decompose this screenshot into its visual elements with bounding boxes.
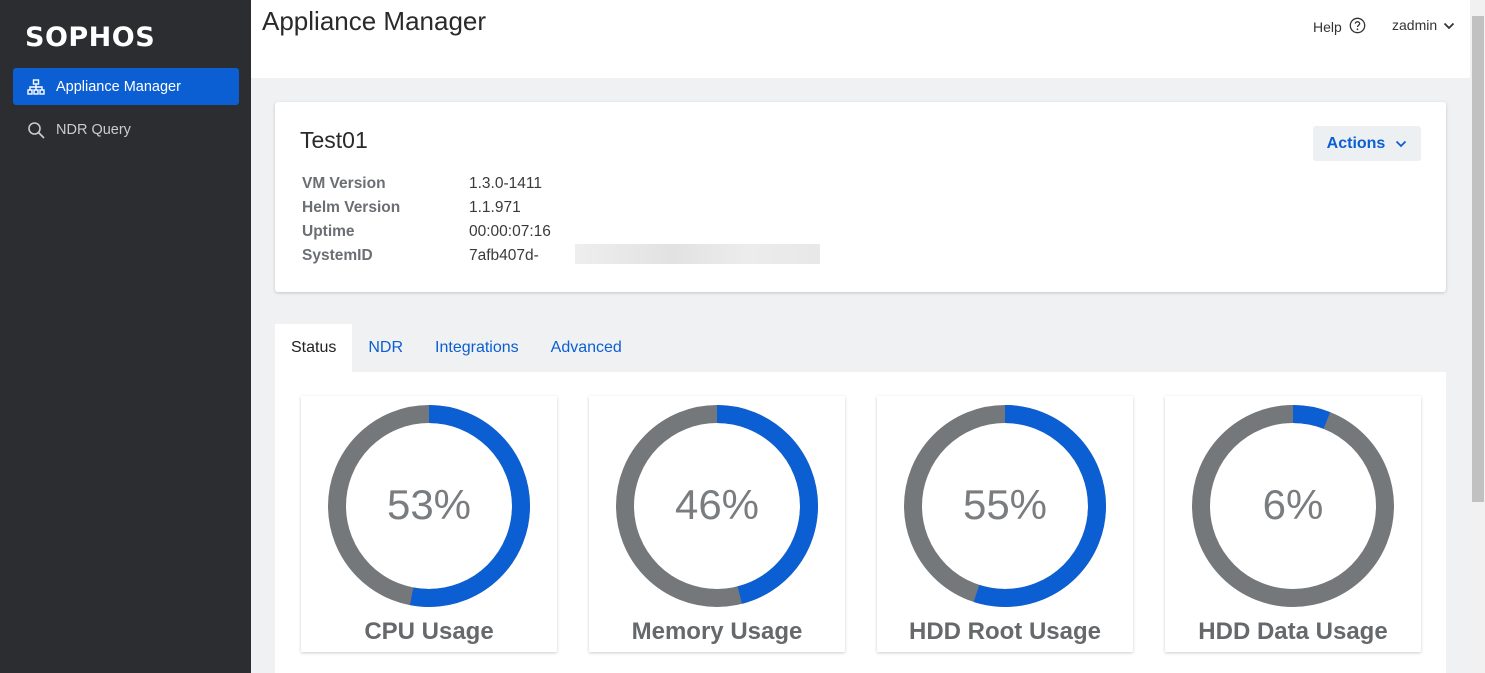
user-menu[interactable]: zadmin <box>1392 17 1455 33</box>
page-header: Appliance Manager Help zadmin <box>251 0 1470 78</box>
gauge-value: 46% <box>674 481 760 528</box>
gauge-hdd-root-usage: 55% HDD Root Usage <box>877 396 1133 652</box>
page-title: Appliance Manager <box>262 6 487 36</box>
gauge-value: 53% <box>386 481 472 528</box>
chevron-down-icon <box>1395 135 1407 153</box>
help-circle-icon <box>1349 17 1366 37</box>
scrollbar-thumb[interactable] <box>1472 16 1484 502</box>
gauge-memory-usage: 46% Memory Usage <box>589 396 845 652</box>
gauge-label: HDD Root Usage <box>908 618 1101 645</box>
gauge-label: HDD Data Usage <box>1198 618 1388 645</box>
gauge-value: 6% <box>1262 481 1324 528</box>
device-name: Test01 <box>300 127 368 153</box>
tab-status[interactable]: Status <box>275 324 353 372</box>
info-value: 1.1.971 <box>469 199 521 216</box>
gauge-label: Memory Usage <box>631 618 803 645</box>
redacted-system-id <box>575 244 820 264</box>
info-label: VM Version <box>302 175 386 192</box>
user-name: zadmin <box>1392 17 1438 33</box>
info-label: Helm Version <box>302 199 401 216</box>
tab-ndr[interactable]: NDR <box>352 324 419 372</box>
network-tree-icon <box>26 77 46 97</box>
info-label: SystemID <box>302 247 373 264</box>
sidebar: SOPHOS Appliance Manager NDR Query <box>0 0 251 673</box>
sidebar-item-ndr-query[interactable]: NDR Query <box>13 111 239 148</box>
info-value: 7afb407d- <box>469 247 539 264</box>
gauge-value: 55% <box>962 481 1048 528</box>
gauge-label: CPU Usage <box>364 618 494 645</box>
sidebar-item-appliance-manager[interactable]: Appliance Manager <box>13 68 239 105</box>
info-label: Uptime <box>302 223 355 240</box>
gauge-cpu-usage: 53% CPU Usage <box>301 396 557 652</box>
info-value: 1.3.0-1411 <box>469 175 542 192</box>
info-value: 00:00:07:16 <box>469 223 551 240</box>
device-info-card: Test01 VM Version 1.3.0-1411 Helm Versio… <box>275 102 1446 292</box>
sidebar-item-label: NDR Query <box>56 121 131 138</box>
sophos-logo[interactable]: SOPHOS <box>25 22 155 53</box>
gauge-hdd-data-usage: 6% HDD Data Usage <box>1165 396 1421 652</box>
help-label: Help <box>1313 19 1342 35</box>
tab-integrations[interactable]: Integrations <box>419 324 535 372</box>
actions-button[interactable]: Actions <box>1313 126 1421 161</box>
tab-advanced[interactable]: Advanced <box>535 324 638 372</box>
tab-bar: Status NDR Integrations Advanced <box>275 324 638 372</box>
sidebar-item-label: Appliance Manager <box>56 78 181 95</box>
search-icon <box>26 120 46 140</box>
help-link[interactable]: Help <box>1313 17 1366 37</box>
actions-label: Actions <box>1326 134 1386 152</box>
chevron-down-icon <box>1443 17 1455 33</box>
